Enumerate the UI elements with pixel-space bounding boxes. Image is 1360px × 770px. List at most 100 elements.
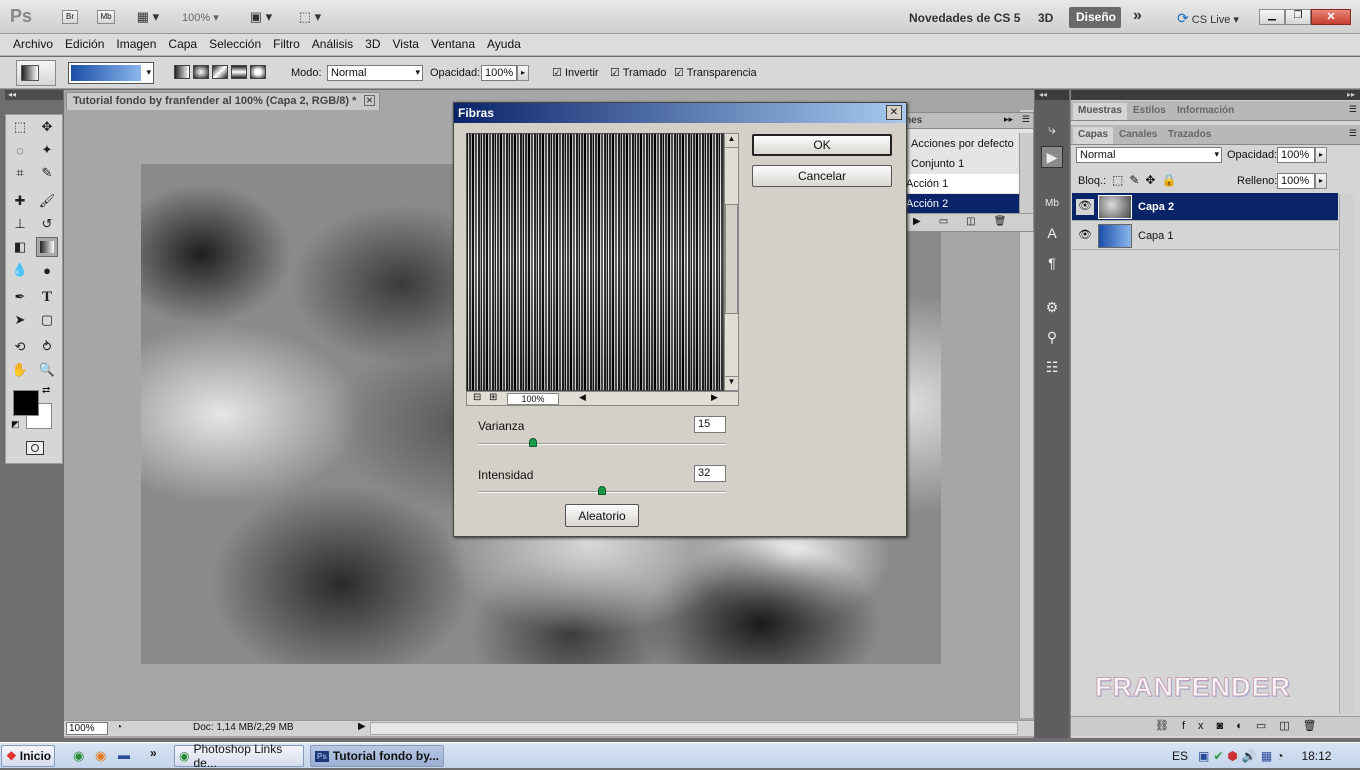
adjustments-icon[interactable]: ⚙ [1041,296,1063,318]
new-layer-icon[interactable]: ◫ [1279,720,1302,732]
aleatorio-button[interactable]: Aleatorio [565,504,639,527]
transparencia-checkbox[interactable]: ☑ Transparencia [674,66,757,79]
character-icon[interactable]: A [1041,222,1063,244]
3d-orbit-tool-icon[interactable]: ⥁ [36,337,58,357]
actions-scrollbar[interactable] [1019,133,1033,213]
3d-rotate-tool-icon[interactable]: ⟲ [9,337,31,357]
dock-header[interactable]: ◂◂ [1035,90,1069,100]
path-selection-tool-icon[interactable]: ➤ [9,310,31,330]
preview-vscrollbar[interactable]: ▲ ▼ [724,133,739,391]
play-icon[interactable]: ▶ [913,216,939,227]
action-item[interactable]: Acciones por defecto [901,134,1019,153]
swap-colors-icon[interactable]: ⇄ [42,385,50,396]
eyedropper-tool-icon[interactable]: ✎ [36,163,58,183]
quick-mask-icon[interactable] [26,441,44,455]
firefox-quicklaunch-icon[interactable]: ◉ [95,748,106,764]
mini-bridge-icon[interactable]: Mb [1041,192,1063,214]
marquee-tool-icon[interactable]: ⬚ [9,117,31,137]
zoom-out-icon[interactable]: ⊟ [473,392,481,403]
type-tool-icon[interactable]: T [36,287,58,307]
arrange-documents-icon[interactable]: ▣ ▾ [246,9,276,25]
tab-trazados[interactable]: Trazados [1168,129,1211,140]
modo-select[interactable]: Normal ▾ [327,65,423,81]
screen-mode-icon[interactable]: ⬚ ▾ [293,9,327,25]
fx-icon[interactable]: fx [1182,720,1217,732]
radial-gradient-icon[interactable] [193,65,209,79]
scroll-thumb[interactable] [725,204,738,314]
workspace-diseno-button[interactable]: Diseño [1069,7,1121,28]
crop-tool-icon[interactable]: ⌗ [9,163,31,183]
adjustment-layer-icon[interactable]: ◐ [1236,720,1256,732]
zoom-in-icon[interactable]: ⊞ [489,392,497,403]
horizontal-scrollbar[interactable] [370,722,1018,735]
gradient-tool-icon[interactable] [36,237,58,257]
healing-brush-tool-icon[interactable]: ✚ [9,191,31,211]
history-icon[interactable]: ⤷ [1041,118,1063,140]
status-menu-arrow[interactable]: ▶ [358,721,366,732]
diamond-gradient-icon[interactable] [250,65,266,79]
lock-pixels-icon[interactable]: ✎ [1129,173,1145,187]
menu-3d[interactable]: 3D [359,34,386,51]
intensidad-slider-thumb[interactable] [598,486,606,495]
workspace-3d-button[interactable]: 3D [1038,11,1053,25]
menu-capa[interactable]: Capa [162,34,203,51]
menu-archivo[interactable]: Archivo [7,34,59,51]
tray-extra-icon[interactable]: ◔ [1276,749,1283,763]
reflected-gradient-icon[interactable] [231,65,247,79]
tab-capas[interactable]: Capas [1073,127,1114,144]
layer-opacity-input[interactable]: 100% [1277,147,1315,163]
tab-muestras[interactable]: Muestras [1073,103,1127,120]
ok-button[interactable]: OK [752,134,892,156]
view-extras-icon[interactable]: ▦ ▾ [133,9,163,25]
panels-header[interactable]: ▸▸ [1071,90,1360,100]
gradient-picker[interactable]: ▾ [68,62,154,84]
panel-collapse-icon[interactable]: ▸▸ [1004,114,1013,125]
menu-edicion[interactable]: Edición [59,34,110,51]
move-tool-icon[interactable]: ✥ [36,117,58,137]
mini-bridge-button[interactable]: Mb [97,10,115,24]
fill-arrow[interactable]: ▸ [1315,173,1327,189]
menu-analisis[interactable]: Análisis [306,34,359,51]
panel-menu-icon[interactable]: ☰ [1349,128,1357,139]
brush-tool-icon[interactable]: 🖌 [36,191,58,211]
tool-presets-icon[interactable]: ☷ [1041,356,1063,378]
history-brush-tool-icon[interactable]: ↺ [36,214,58,234]
dodge-tool-icon[interactable]: ● [36,260,58,280]
tray-security-icon[interactable]: ⬢ [1227,749,1237,763]
zoom-tool-icon[interactable]: 🔍 [36,360,58,380]
action-item[interactable]: Conjunto 1 [901,154,1019,173]
bridge-button[interactable]: Br [62,10,78,24]
panel-menu-icon[interactable]: ☰ [1022,114,1030,125]
dialog-close-button[interactable]: ✕ [886,105,902,120]
new-set-icon[interactable]: ▭ [939,216,966,227]
quicklaunch-more-icon[interactable]: » [150,746,157,760]
lock-all-icon[interactable]: 🔒 [1161,173,1182,187]
link-layers-icon[interactable]: ⛓ [1155,720,1182,732]
opacidad-input[interactable]: 100% [481,65,517,81]
network-icon[interactable]: ▦ [1261,749,1272,763]
trash-icon[interactable]: 🗑 [994,216,1025,227]
zoom-level-dropdown[interactable]: 100% ▾ [182,11,219,24]
hand-tool-icon[interactable]: ✋ [9,360,31,380]
varianza-slider[interactable] [478,443,726,445]
linear-gradient-icon[interactable] [174,65,190,79]
fill-input[interactable]: 100% [1277,173,1315,189]
menu-imagen[interactable]: Imagen [110,34,162,51]
taskbar-item-photoshop-links[interactable]: ◉ Photoshop Links de... [174,742,304,770]
new-action-icon[interactable]: ◫ [966,216,993,227]
shape-tool-icon[interactable]: ▢ [36,310,58,330]
visibility-eye-icon[interactable]: 👁 [1076,199,1094,215]
blend-mode-select[interactable]: Normal ▾ [1076,147,1222,163]
close-button[interactable]: ✕ [1311,9,1351,25]
action-item[interactable]: Acción 1 [901,174,1019,193]
blur-tool-icon[interactable]: 💧 [9,260,31,280]
varianza-input[interactable]: 15 [694,416,726,433]
paragraph-icon[interactable]: ¶ [1041,252,1063,274]
zoom-status-input[interactable]: 100% [66,722,108,735]
language-indicator[interactable]: ES [1172,749,1188,763]
show-desktop-icon[interactable]: ▬ [118,748,130,762]
trash-icon[interactable]: 🗑 [1303,720,1330,732]
eraser-tool-icon[interactable]: ◧ [9,237,31,257]
menu-filtro[interactable]: Filtro [267,34,306,51]
opacidad-arrow[interactable]: ▸ [517,65,529,81]
